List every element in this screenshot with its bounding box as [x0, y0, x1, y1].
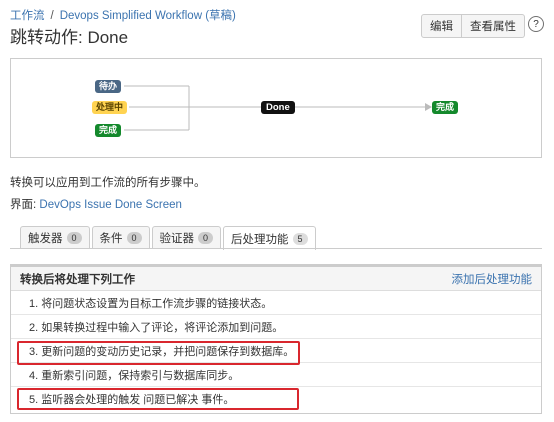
tab-post-functions[interactable]: 后处理功能 5: [223, 226, 316, 250]
post-function-row: 4. 重新索引问题，保持索引与数据库同步。: [11, 363, 541, 387]
screen-link[interactable]: DevOps Issue Done Screen: [39, 199, 182, 211]
status-inprogress-lozenge: 处理中: [92, 101, 128, 114]
screen-label: 界面:: [10, 199, 37, 211]
highlight-box: [17, 341, 300, 365]
tab-label: 验证器: [159, 233, 195, 245]
transition-diagram: 待办 处理中 完成 Done 完成: [10, 58, 542, 158]
page-title: 跳转动作: Done: [10, 28, 129, 47]
tab-label: 触发器: [28, 233, 63, 245]
status-todo-lozenge: 待办: [95, 80, 122, 93]
count-badge: 5: [292, 232, 308, 245]
count-badge: 0: [126, 232, 142, 244]
status-done-lozenge: 完成: [95, 124, 122, 137]
breadcrumb-workflow-link[interactable]: Devops Simplified Workflow (草稿): [60, 10, 236, 22]
tab-label: 条件: [99, 233, 123, 245]
tab-triggers[interactable]: 触发器 0: [20, 226, 90, 249]
tab-conditions[interactable]: 条件 0: [91, 226, 150, 249]
tab-label: 后处理功能: [231, 233, 289, 246]
tab-validators[interactable]: 验证器 0: [151, 226, 222, 249]
post-function-row: 2. 如果转换过程中输入了评论，将评论添加到问题。: [11, 315, 541, 339]
add-post-function-link[interactable]: 添加后处理功能: [452, 271, 533, 287]
post-function-row: 1. 将问题状态设置为目标工作流步骤的链接状态。: [11, 291, 541, 315]
breadcrumb-separator: /: [50, 10, 54, 22]
target-status-lozenge: 完成: [432, 101, 459, 114]
breadcrumb: 工作流 / Devops Simplified Workflow (草稿): [10, 7, 236, 23]
screen-info: 界面: DevOps Issue Done Screen: [10, 196, 182, 212]
view-properties-button[interactable]: 查看属性: [462, 14, 525, 38]
breadcrumb-workflows-link[interactable]: 工作流: [10, 10, 45, 22]
edit-button[interactable]: 编辑: [421, 14, 462, 38]
highlight-box: [17, 388, 299, 410]
count-badge: 0: [198, 232, 214, 244]
transition-name-label: Done: [261, 101, 295, 114]
tabs-divider: [10, 248, 542, 249]
count-badge: 0: [66, 232, 82, 244]
transition-description: 转换可以应用到工作流的所有步骤中。: [10, 177, 206, 189]
top-actions: 编辑 查看属性: [421, 14, 525, 38]
panel-title: 转换后将处理下列工作: [20, 273, 135, 286]
panel-header: 转换后将处理下列工作 添加后处理功能: [11, 267, 541, 291]
help-icon[interactable]: ?: [528, 16, 544, 32]
tabs: 触发器 0 条件 0 验证器 0 后处理功能 5: [20, 226, 318, 250]
